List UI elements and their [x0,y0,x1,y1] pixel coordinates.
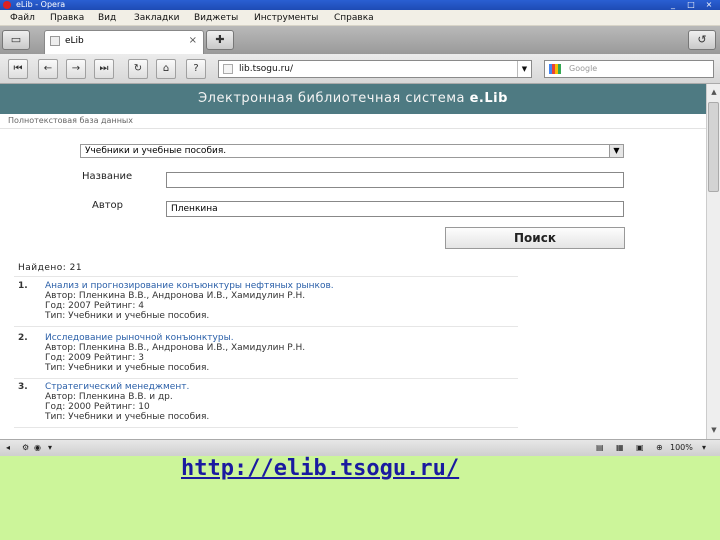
divider [0,128,706,129]
title-input[interactable] [166,172,624,188]
chevron-down-icon[interactable]: ▼ [609,145,623,157]
scroll-up-icon[interactable]: ▲ [708,86,720,98]
close-window-icon[interactable]: × [702,0,716,10]
menu-bookmarks[interactable]: Закладки [134,10,180,26]
opera-logo-icon [3,1,11,9]
new-tab-button[interactable]: ✚ [206,30,234,50]
reload-button[interactable]: ↻ [128,59,148,79]
title-label: Название [82,171,133,182]
results-count: Найдено: 21 [18,263,83,273]
info-button[interactable]: ? [186,59,206,79]
panel-arrow-icon[interactable]: ◂ [6,440,10,456]
menu-file[interactable]: Файл [10,10,35,26]
site-header: Электронная библиотечная система e.Lib [0,84,706,114]
divider [14,378,518,379]
site-url-caption[interactable]: http://elib.tsogu.ru/ [181,456,459,481]
search-placeholder: Google [569,64,598,73]
result-meta: Год: 2000 Рейтинг: 10 [45,402,150,412]
window-title: eLib - Opera [16,0,66,9]
divider [14,276,518,277]
page-view-icon[interactable]: ▤ [596,440,604,456]
result-type: Тип: Учебники и учебные пособия. [45,363,210,373]
tab-elib[interactable]: eLib × [44,30,204,54]
result-type: Тип: Учебники и учебные пособия. [45,412,210,422]
menu-edit[interactable]: Правка [50,10,84,26]
divider [14,326,518,327]
zoom-icon[interactable]: ⊕ [656,440,663,456]
scroll-thumb[interactable] [708,102,719,192]
chevron-down-icon[interactable]: ▾ [702,440,706,456]
menu-help[interactable]: Справка [334,10,374,26]
address-text: lib.tsogu.ru/ [239,64,294,74]
result-title-link[interactable]: Анализ и прогнозирование конъюнктуры неф… [45,281,515,291]
menu-bar: Файл Правка Вид Закладки Виджеты Инструм… [0,10,720,26]
maximize-icon[interactable]: □ [684,0,698,10]
result-authors: Автор: Пленкина В.В., Андронова И.В., Ха… [45,343,306,353]
chevron-down-icon[interactable]: ▼ [517,61,531,77]
paste-icon[interactable]: ▦ [616,440,624,456]
address-bar[interactable]: lib.tsogu.ru/ ▼ [218,60,532,78]
result-authors: Автор: Пленкина В.В., Андронова И.В., Ха… [45,291,306,301]
result-title-link[interactable]: Исследование рыночной конъюнктуры. [45,333,515,343]
zoom-level[interactable]: 100% [670,440,693,456]
result-title-link[interactable]: Стратегический менеджмент. [45,382,515,392]
closed-tabs-button[interactable]: ↺ [688,30,716,50]
menu-tools[interactable]: Инструменты [254,10,318,26]
fast-forward-button[interactable]: ⏭ [94,59,114,79]
panel-toggle-button[interactable]: ▭ [2,30,30,50]
search-input[interactable]: Google [544,60,714,78]
chevron-down-icon[interactable]: ▾ [48,440,52,456]
browser-window: eLib - Opera _ □ × Файл Правка Вид Закла… [0,0,720,456]
result-type: Тип: Учебники и учебные пособия. [45,311,210,321]
rewind-button[interactable]: ⏮ [8,59,28,79]
globe-icon[interactable]: ◉ [34,440,41,456]
category-value: Учебники и учебные пособия. [85,146,227,156]
page-content: Электронная библиотечная система e.Lib П… [0,84,706,439]
google-icon [549,64,561,74]
page-icon [223,64,233,74]
menu-widgets[interactable]: Виджеты [194,10,238,26]
site-title: Электронная библиотечная система [198,91,465,106]
back-button[interactable]: ← [38,59,58,79]
title-bar: eLib - Opera _ □ × [0,0,720,10]
result-number: 3. [18,382,28,392]
tab-bar: ▭ eLib × ✚ ↺ [0,26,720,54]
minimize-icon[interactable]: _ [666,0,680,10]
result-meta: Год: 2007 Рейтинг: 4 [45,301,145,311]
site-brand: e.Lib [469,91,508,106]
search-button[interactable]: Поиск [445,227,625,249]
close-tab-icon[interactable]: × [189,31,197,51]
home-button[interactable]: ⌂ [156,59,176,79]
fit-width-icon[interactable]: ▣ [636,440,644,456]
page-icon [50,36,60,46]
tab-label: eLib [65,36,84,46]
navigation-bar: ⏮ ← → ⏭ ↻ ⌂ ? lib.tsogu.ru/ ▼ Google [0,54,720,84]
scroll-down-icon[interactable]: ▼ [708,424,720,436]
forward-button[interactable]: → [66,59,86,79]
breadcrumb[interactable]: Полнотекстовая база данных [8,116,133,125]
result-meta: Год: 2009 Рейтинг: 3 [45,353,145,363]
status-bar: ◂ ⚙ ◉ ▾ ▤ ▦ ▣ ⊕ 100% ▾ [0,439,720,456]
result-number: 1. [18,281,28,291]
author-label: Автор [92,200,124,211]
settings-icon[interactable]: ⚙ [22,440,29,456]
result-number: 2. [18,333,28,343]
menu-view[interactable]: Вид [98,10,116,26]
vertical-scrollbar[interactable]: ▲ ▼ [706,84,720,439]
category-select[interactable]: Учебники и учебные пособия. ▼ [80,144,624,158]
result-authors: Автор: Пленкина В.В. и др. [45,392,173,402]
divider [14,427,518,428]
author-input[interactable]: Пленкина [166,201,624,217]
